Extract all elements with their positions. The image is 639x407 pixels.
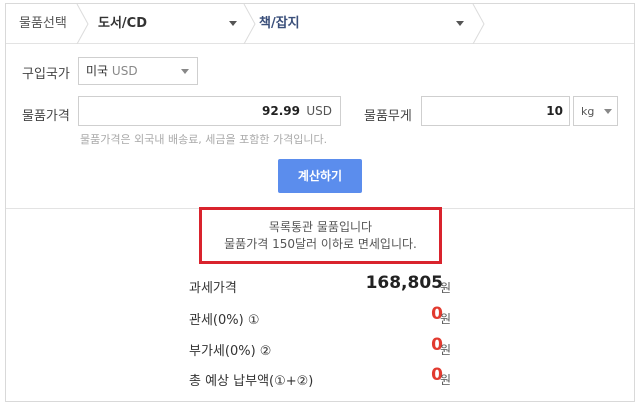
country-currency: USD: [111, 64, 138, 78]
weight-value: 10: [546, 104, 563, 118]
chevron-right-icon: [472, 4, 485, 44]
vat-label: 부가세(0%) ②: [189, 344, 272, 359]
taxable-price-label: 과세가격: [189, 281, 237, 296]
price-value: 92.99: [262, 104, 300, 118]
taxable-price-value: 168,805: [365, 273, 443, 293]
weight-label: 물품무게: [364, 109, 412, 124]
tax-calculator-panel: 물품선택 도서/CD 책/잡지 구입국가 미국 USD 물품가격 92.99 U…: [5, 3, 635, 402]
dropdown-caret-icon: [604, 109, 612, 114]
weight-unit-select[interactable]: kg: [573, 96, 618, 126]
category-select-value: 도서/CD: [98, 16, 147, 31]
price-hint: 물품가격은 외국내 배송료, 세금을 포함한 가격입니다.: [80, 133, 328, 146]
won-unit: 원: [440, 281, 452, 295]
weight-unit-value: kg: [581, 105, 595, 118]
notice-line-2: 물품가격 150달러 이하로 면세입니다.: [224, 237, 417, 251]
country-value: 미국: [86, 64, 109, 78]
chevron-right-icon: [76, 4, 89, 44]
country-label: 구입국가: [22, 67, 70, 82]
subcategory-select[interactable]: 책/잡지: [257, 4, 473, 44]
dropdown-caret-icon: [456, 21, 464, 26]
dropdown-caret-icon: [181, 69, 189, 74]
won-unit: 원: [440, 343, 452, 357]
duty-free-notice: 목록통관 물품입니다 물품가격 150달러 이하로 면세입니다.: [199, 207, 442, 264]
chevron-right-icon: [243, 4, 256, 44]
price-unit: USD: [306, 104, 332, 118]
subcategory-select-value: 책/잡지: [259, 16, 300, 31]
dropdown-caret-icon: [229, 21, 237, 26]
price-label: 물품가격: [22, 109, 70, 124]
country-select[interactable]: 미국 USD: [78, 57, 198, 85]
price-input[interactable]: 92.99 USD: [78, 96, 341, 126]
category-select[interactable]: 도서/CD: [90, 4, 242, 44]
won-unit: 원: [440, 312, 452, 326]
total-payment-label: 총 예상 납부액(①+②): [189, 374, 314, 389]
notice-line-1: 목록통관 물품입니다: [268, 220, 373, 234]
breadcrumb-label: 물품선택: [19, 16, 67, 31]
weight-input[interactable]: 10: [421, 96, 570, 126]
customs-duty-label: 관세(0%) ①: [189, 313, 260, 328]
won-unit: 원: [440, 373, 452, 387]
calculate-button[interactable]: 계산하기: [278, 159, 362, 193]
category-breadcrumb: 물품선택 도서/CD 책/잡지: [6, 4, 634, 44]
